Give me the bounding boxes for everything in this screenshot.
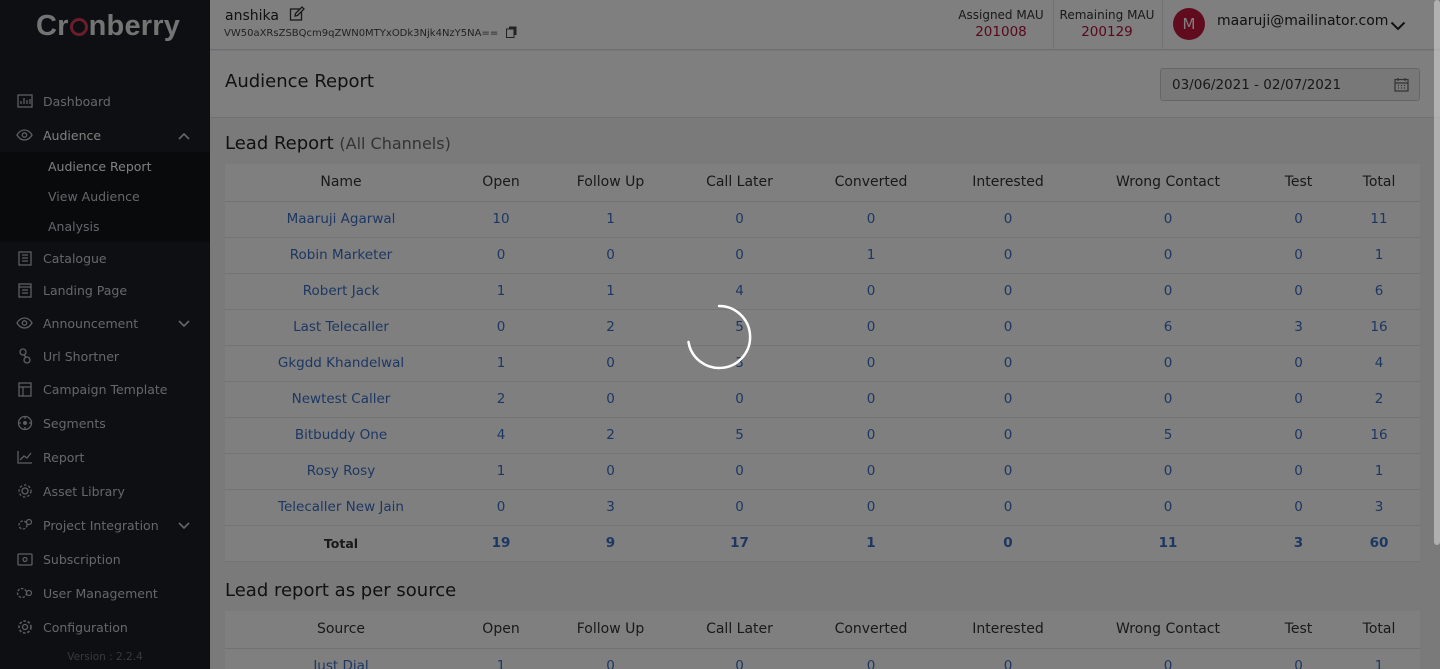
page-scrollbar[interactable] — [1434, 0, 1440, 545]
loading-spinner-icon — [686, 304, 752, 374]
loading-overlay — [0, 0, 1440, 669]
